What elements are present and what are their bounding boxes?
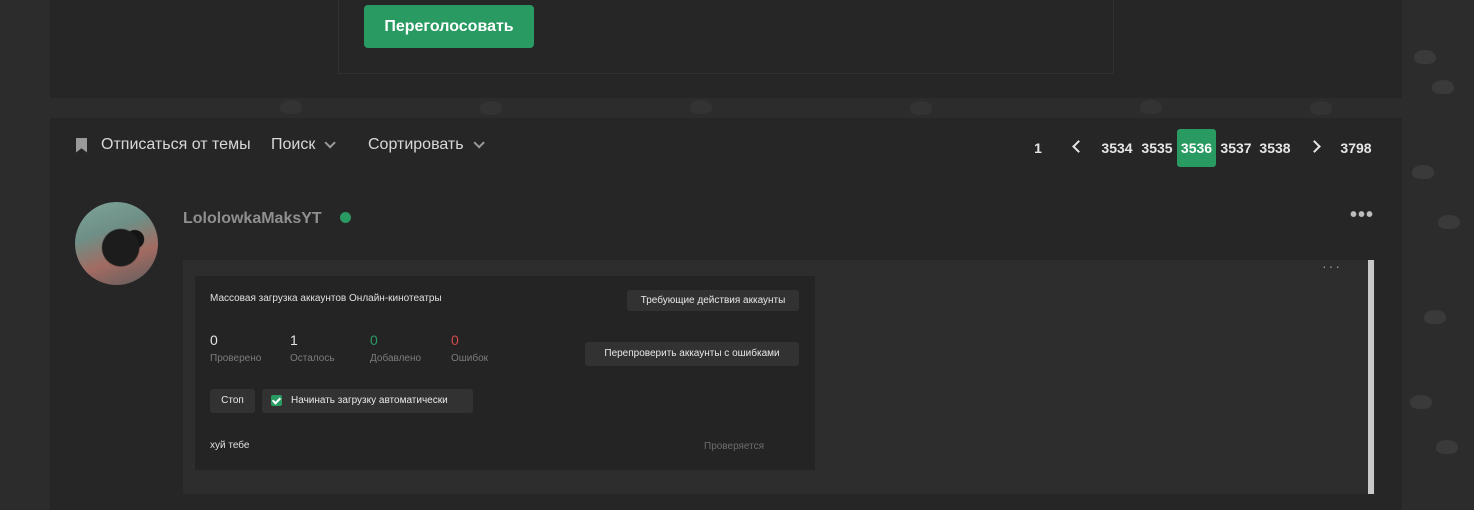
stat-remaining-value: 1 [290,332,298,348]
recheck-errors-button[interactable]: Перепроверить аккаунты с ошибками [585,342,799,366]
thread-container: Отписаться от темы Поиск Сортировать 1 3… [50,118,1402,510]
background-elephant-icon [1412,165,1434,179]
stat-remaining-label: Осталось [290,353,335,364]
revote-button[interactable]: Переголосовать [364,5,534,48]
auto-start-toggle[interactable]: Начинать загрузку автоматически [262,389,473,413]
post-more-button[interactable]: ••• [1350,204,1374,227]
section-divider [50,98,1402,118]
page-left-background [0,0,50,510]
page-first[interactable]: 1 [1028,129,1048,167]
widget-title: Массовая загрузка аккаунтов Онлайн-кинот… [210,293,442,304]
stat-added-label: Добавлено [370,353,422,364]
background-elephant-icon [910,101,932,115]
pagination: 1 3534 3535 3536 3537 3538 3798 [50,129,1402,167]
background-elephant-icon [1432,80,1454,94]
auto-start-label: Начинать загрузку автоматически [291,395,448,406]
background-elephant-icon [1438,215,1460,229]
stat-checked-value: 0 [210,332,218,348]
page-link[interactable]: 3535 [1138,129,1176,167]
background-elephant-icon [690,100,712,114]
background-elephant-icon [1424,310,1446,324]
background-elephant-icon [1140,100,1162,114]
stat-errors-value: 0 [451,332,459,348]
chevron-left-icon[interactable] [1072,140,1085,153]
thread-toolbar: Отписаться от темы Поиск Сортировать 1 3… [50,118,1402,180]
page-link[interactable]: 3534 [1098,129,1136,167]
page-right-background [1402,0,1474,510]
background-elephant-icon [1414,50,1436,64]
stat-added-value: 0 [370,332,378,348]
action-required-button[interactable]: Требующие действия аккаунты [627,290,799,311]
checkbox-checked-icon[interactable] [271,395,282,406]
page-link[interactable]: 3538 [1256,129,1294,167]
account-row-name: хуй тебе [210,440,250,451]
online-status-icon [340,212,351,223]
page-last[interactable]: 3798 [1336,129,1376,167]
background-elephant-icon [1436,440,1458,454]
stat-checked-label: Проверено [210,353,262,364]
avatar[interactable] [75,202,158,285]
bulk-upload-widget: Массовая загрузка аккаунтов Онлайн-кинот… [195,276,815,470]
chevron-right-icon[interactable] [1308,140,1321,153]
account-row-status: Проверяется [704,441,765,452]
background-elephant-icon [1310,101,1332,115]
username[interactable]: LololowkaMaksYT [183,210,322,228]
embed-more-button[interactable]: ··· [1322,258,1342,274]
background-elephant-icon [480,101,502,115]
page-current[interactable]: 3536 [1177,129,1216,167]
poll-section [50,0,1402,98]
post-scrollbar[interactable] [1368,260,1374,494]
page-link[interactable]: 3537 [1217,129,1255,167]
stat-errors-label: Ошибок [451,353,489,364]
background-elephant-icon [1410,395,1432,409]
stop-button[interactable]: Стоп [210,389,255,413]
background-elephant-icon [280,100,302,114]
